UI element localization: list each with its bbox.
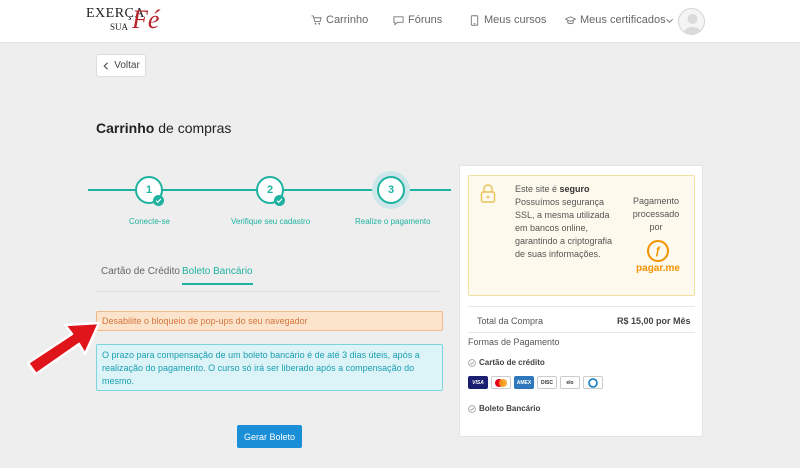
cart-icon xyxy=(311,14,322,25)
pagarme-logo-text: pagar.me xyxy=(636,263,680,274)
generate-boleto-button[interactable]: Gerar Boleto xyxy=(237,425,302,448)
method-credit-card-label: Cartão de crédito xyxy=(479,358,545,367)
user-silhouette-icon xyxy=(682,14,703,34)
step-3-number: 3 xyxy=(387,184,395,196)
chevron-left-icon xyxy=(103,61,109,70)
nav-my-certificates[interactable]: Meus certificados xyxy=(565,14,666,26)
user-avatar[interactable] xyxy=(678,8,705,35)
security-description: Possuímos segurança SSL, a mesma utiliza… xyxy=(515,197,613,259)
card-brands: VISA AMEX DISC elo xyxy=(468,376,603,389)
tab-boleto[interactable]: Boleto Bancário xyxy=(182,266,253,285)
red-arrow-annotation xyxy=(26,321,101,376)
popup-warning-alert: Desabilite o bloqueio de pop-ups do seu … xyxy=(96,311,443,331)
check-circle-icon xyxy=(468,404,476,413)
checkmark-icon xyxy=(155,198,162,204)
method-credit-card: Cartão de crédito xyxy=(468,358,545,367)
step-3-circle: 3 xyxy=(377,176,405,204)
amex-card-icon: AMEX xyxy=(514,376,534,389)
payment-methods-label: Formas de Pagamento xyxy=(468,337,560,347)
tab-credit-card[interactable]: Cartão de Crédito xyxy=(101,266,180,277)
check-circle-icon xyxy=(468,358,476,367)
site-logo[interactable]: EXERÇA SUA Fé xyxy=(86,6,166,38)
security-prefix: Este site é xyxy=(515,184,560,194)
step-2-number: 2 xyxy=(266,184,274,196)
stepper-line-end xyxy=(409,189,451,191)
step-2-check xyxy=(274,195,285,206)
checkmark-icon xyxy=(276,198,283,204)
discover-card-icon: DISC xyxy=(537,376,557,389)
back-button[interactable]: Voltar xyxy=(96,54,146,77)
chat-bubble-icon xyxy=(393,15,404,26)
nav-my-certificates-label: Meus certificados xyxy=(580,14,666,26)
top-header: EXERÇA SUA Fé Carrinho Fóruns Meus curso… xyxy=(0,0,800,43)
nav-my-courses[interactable]: Meus cursos xyxy=(469,14,546,26)
pagarme-logo-icon: ƒ xyxy=(647,240,669,262)
step-1-number: 1 xyxy=(145,184,153,196)
step-3-label: Realize o pagamento xyxy=(355,217,431,226)
diners-card-icon xyxy=(583,376,603,389)
mastercard-icon xyxy=(491,376,511,389)
pagarme-logo: ƒ pagar.me xyxy=(633,240,683,274)
logo-line-2: SUA xyxy=(110,22,129,32)
back-button-label: Voltar xyxy=(114,60,140,71)
nav-my-courses-label: Meus cursos xyxy=(484,14,547,26)
boleto-info-alert: O prazo para compensação de um boleto ba… xyxy=(96,344,443,391)
visa-card-icon: VISA xyxy=(468,376,488,389)
nav-forums[interactable]: Fóruns xyxy=(393,14,442,26)
security-text: Este site é seguro Possuímos segurança S… xyxy=(515,183,620,261)
nav-cart-label: Carrinho xyxy=(326,14,369,26)
stepper-line xyxy=(88,189,373,191)
elo-card-icon: elo xyxy=(560,376,580,389)
page-title-rest: de compras xyxy=(158,120,232,136)
method-boleto-label: Boleto Bancário xyxy=(479,404,541,413)
nav-cart[interactable]: Carrinho xyxy=(311,14,368,26)
step-2-label: Verifique seu cadastro xyxy=(231,217,311,226)
logo-line-3: Fé xyxy=(132,5,160,34)
graduation-cap-icon xyxy=(565,15,576,24)
total-label: Total da Compra xyxy=(477,316,544,326)
summary-divider-2 xyxy=(468,332,695,333)
step-1-label: Conecte-se xyxy=(129,217,170,226)
security-bold: seguro xyxy=(559,184,590,194)
payment-processed-by: Pagamento processado por xyxy=(632,196,680,232)
tabs-divider xyxy=(96,291,441,292)
step-1-check xyxy=(153,195,164,206)
page-title: Carrinho de compras xyxy=(96,120,231,136)
tablet-icon xyxy=(470,14,479,26)
method-boleto: Boleto Bancário xyxy=(468,404,540,413)
chevron-down-icon[interactable] xyxy=(665,16,674,25)
padlock-icon xyxy=(480,184,496,203)
nav-forums-label: Fóruns xyxy=(408,14,443,26)
page-title-bold: Carrinho xyxy=(96,120,155,136)
total-value: R$ 15,00 por Mês xyxy=(617,316,691,326)
summary-divider xyxy=(468,306,695,307)
